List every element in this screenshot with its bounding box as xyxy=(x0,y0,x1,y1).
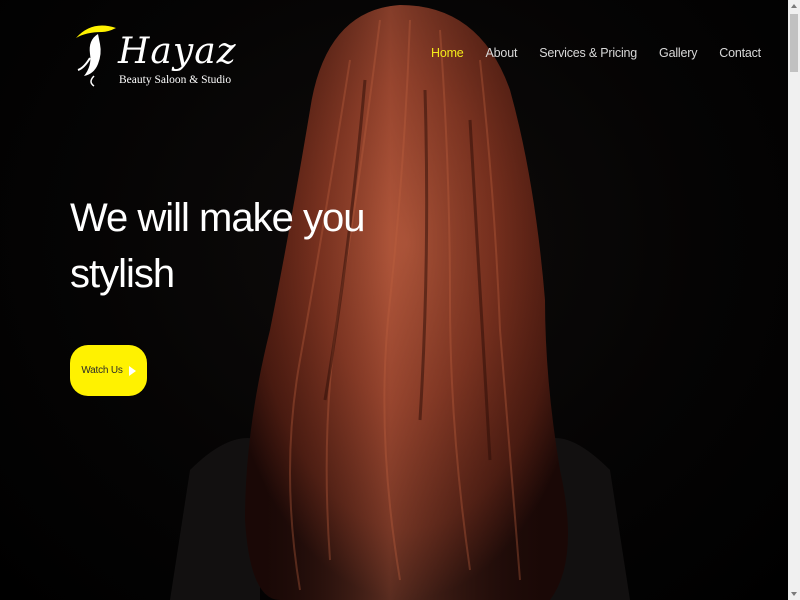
scroll-up-arrow-icon[interactable] xyxy=(788,0,800,12)
page: Hayaz Beauty Saloon & Studio Home About … xyxy=(0,0,788,600)
hero-headline-line1: We will make you xyxy=(70,196,365,240)
vertical-scrollbar[interactable] xyxy=(788,0,800,600)
nav-item-services-pricing[interactable]: Services & Pricing xyxy=(539,46,637,60)
scrollbar-thumb[interactable] xyxy=(790,14,798,72)
main-navigation: Home About Services & Pricing Gallery Co… xyxy=(431,46,761,60)
nav-item-home[interactable]: Home xyxy=(431,46,464,60)
brand-tagline: Beauty Saloon & Studio xyxy=(119,74,232,86)
nav-item-gallery[interactable]: Gallery xyxy=(659,46,697,60)
watch-us-label: Watch Us xyxy=(81,365,123,376)
woman-hat-icon xyxy=(76,25,116,87)
hero-headline: We will make you stylish xyxy=(70,190,370,302)
nav-item-about[interactable]: About xyxy=(486,46,518,60)
brand-logo[interactable]: Hayaz Beauty Saloon & Studio xyxy=(72,18,236,90)
hero-headline-line2: stylish xyxy=(70,252,175,296)
play-icon xyxy=(128,365,136,376)
scroll-down-arrow-icon[interactable] xyxy=(788,588,800,600)
brand-name: Hayaz xyxy=(118,31,237,72)
watch-us-button[interactable]: Watch Us xyxy=(70,345,147,396)
nav-item-contact[interactable]: Contact xyxy=(719,46,761,60)
